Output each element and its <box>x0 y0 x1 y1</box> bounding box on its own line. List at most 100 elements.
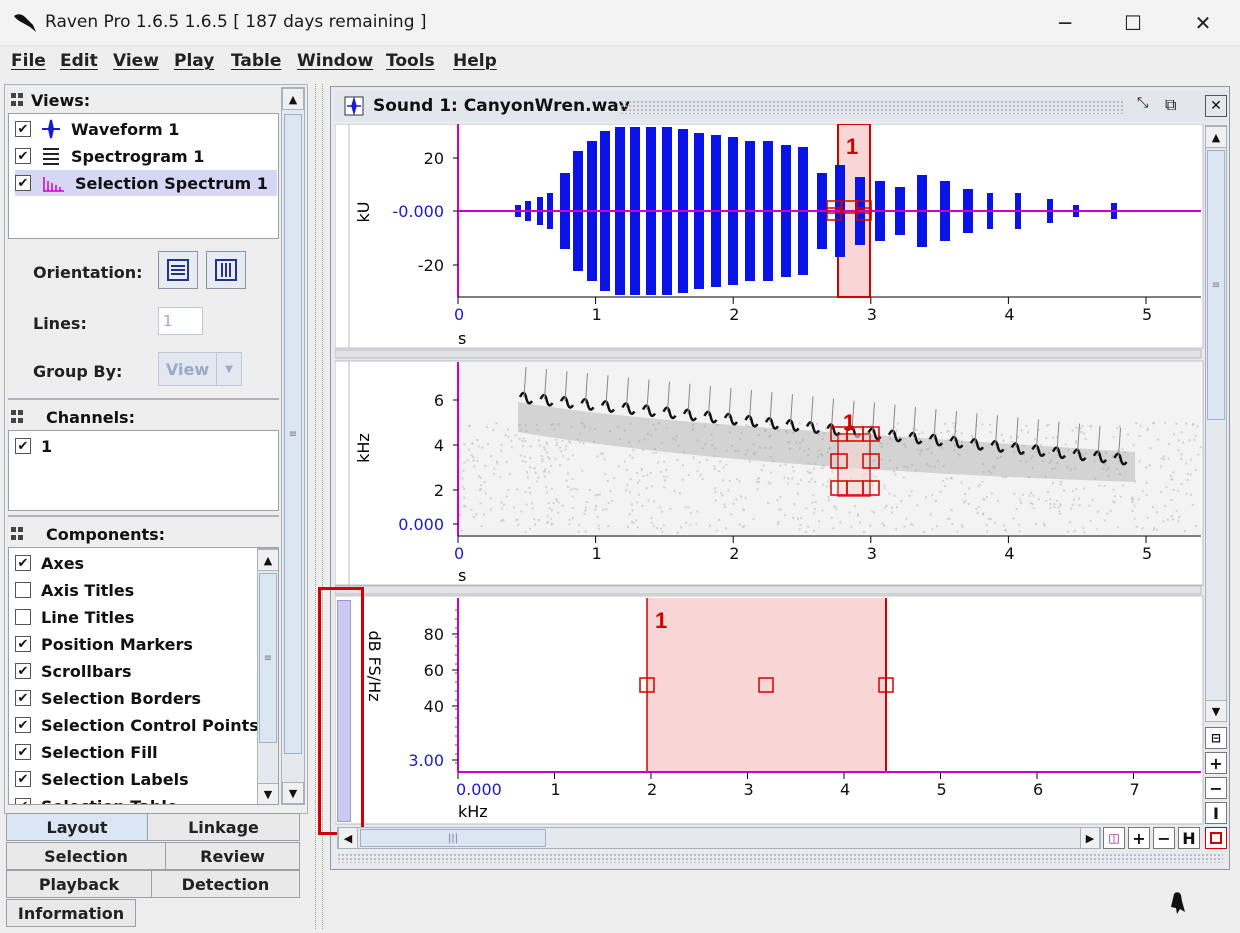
scroll-down-button[interactable]: ▼ <box>257 783 278 804</box>
orientation-vertical-button[interactable] <box>206 251 246 289</box>
close-sound-button[interactable]: ✕ <box>1205 95 1227 117</box>
component-item[interactable]: ✔ Position Markers <box>15 631 193 657</box>
vertical-zoom-out-button[interactable]: − <box>1205 777 1227 799</box>
scroll-up-button[interactable]: ▲ <box>257 549 278 571</box>
pane-handle[interactable] <box>335 360 350 586</box>
scroll-down-button[interactable]: ▼ <box>282 782 304 804</box>
scroll-thumb[interactable]: ≡ <box>284 114 302 754</box>
tab-linkage[interactable]: Linkage <box>147 813 300 841</box>
checkbox[interactable]: ✔ <box>15 636 31 652</box>
tab-detection[interactable]: Detection <box>151 870 300 898</box>
tab-selection[interactable]: Selection <box>6 842 166 870</box>
maximize-button[interactable]: ☐ <box>1098 0 1168 46</box>
x-tick-label: 5 <box>1142 544 1152 563</box>
menu-play[interactable]: Play <box>174 51 214 71</box>
noise-dot <box>1169 474 1172 477</box>
checkbox[interactable] <box>15 609 31 625</box>
scroll-right-button[interactable]: ▶ <box>1080 827 1100 849</box>
zoom-to-selection-button[interactable] <box>1205 827 1227 849</box>
tab-layout[interactable]: Layout <box>6 813 148 841</box>
horizontal-zoom-fit-button[interactable]: H <box>1178 827 1200 849</box>
components-scrollbar[interactable]: ▲ ≡ ▼ <box>257 548 278 804</box>
vertical-scrollbar[interactable]: ▲ ≡ ▼ <box>1205 125 1227 722</box>
scroll-up-button[interactable]: ▲ <box>1205 126 1227 148</box>
noise-dot <box>713 465 716 468</box>
tab-review[interactable]: Review <box>165 842 300 870</box>
menu-tools[interactable]: Tools <box>386 51 435 71</box>
noise-dot <box>690 511 693 514</box>
menu-file[interactable]: File <box>11 51 46 71</box>
pane-separator[interactable] <box>335 585 1202 595</box>
noise-dot <box>827 499 830 502</box>
close-button[interactable]: ✕ <box>1168 0 1238 46</box>
component-item[interactable]: Axis Titles <box>15 577 134 603</box>
component-item[interactable]: ✔ Selection Fill <box>15 739 158 765</box>
menu-view[interactable]: View <box>113 51 159 71</box>
noise-dot <box>740 495 743 498</box>
scroll-up-button[interactable]: ▲ <box>282 88 304 110</box>
maximize-icon[interactable]: ⧉ <box>1165 95 1187 117</box>
lines-input[interactable]: 1 <box>158 307 203 335</box>
component-item[interactable]: ✔ Scrollbars <box>15 658 132 684</box>
horizontal-zoom-toggle-button[interactable]: ◫ <box>1103 827 1125 849</box>
channel-item[interactable]: ✔ 1 <box>15 433 52 459</box>
checkbox[interactable]: ✔ <box>15 438 31 454</box>
noise-dot <box>522 437 525 440</box>
scroll-left-button[interactable]: ◀ <box>338 827 358 849</box>
restore-icon[interactable]: ⤡ <box>1137 95 1159 117</box>
panel-scrollbar[interactable]: ▲ ≡ ▼ <box>281 87 305 805</box>
minimize-button[interactable]: ─ <box>1030 0 1100 46</box>
component-item[interactable]: Line Titles <box>15 604 134 630</box>
checkbox[interactable]: ✔ <box>15 555 31 571</box>
scroll-thumb[interactable]: ≡ <box>259 573 277 743</box>
orientation-horizontal-button[interactable] <box>158 251 198 289</box>
checkbox[interactable]: ✔ <box>15 798 31 804</box>
pane-separator[interactable] <box>335 349 1202 359</box>
checkbox[interactable]: ✔ <box>15 175 31 191</box>
horizontal-scrollbar[interactable]: ◀ ||| ▶ <box>337 827 1101 849</box>
noise-dot <box>508 473 511 476</box>
horizontal-zoom-in-button[interactable]: + <box>1128 827 1150 849</box>
spectrum-pane-handle[interactable] <box>337 600 351 822</box>
checkbox[interactable]: ✔ <box>15 663 31 679</box>
component-item[interactable]: ✔ Selection Table <box>15 793 178 804</box>
checkbox[interactable]: ✔ <box>15 148 31 164</box>
checkbox[interactable]: ✔ <box>15 690 31 706</box>
component-item[interactable]: ✔ Axes <box>15 550 84 576</box>
checkbox[interactable]: ✔ <box>15 717 31 733</box>
vertical-zoom-toggle-button[interactable]: ⊟ <box>1205 727 1227 749</box>
noise-dot <box>1052 482 1055 485</box>
tab-playback[interactable]: Playback <box>6 870 152 898</box>
menu-window[interactable]: Window <box>297 51 373 71</box>
checkbox[interactable]: ✔ <box>15 771 31 787</box>
pane-handle[interactable] <box>335 124 350 349</box>
noise-dot <box>1034 523 1037 526</box>
checkbox[interactable]: ✔ <box>15 121 31 137</box>
menu-table[interactable]: Table <box>231 51 281 71</box>
view-item-selection-spectrum[interactable]: ✔ Selection Spectrum 1 <box>15 170 277 196</box>
checkbox[interactable] <box>15 582 31 598</box>
noise-dot <box>480 525 483 528</box>
noise-dot <box>545 486 548 489</box>
groupby-select[interactable]: View ▼ <box>158 352 242 386</box>
component-item[interactable]: ✔ Selection Borders <box>15 685 201 711</box>
view-item-waveform[interactable]: ✔ Waveform 1 <box>15 116 179 142</box>
view-item-spectrogram[interactable]: ✔ Spectrogram 1 <box>15 143 204 169</box>
noise-dot <box>657 461 660 464</box>
scroll-down-button[interactable]: ▼ <box>1205 700 1227 722</box>
menu-help[interactable]: Help <box>453 51 497 71</box>
noise-dot <box>571 517 574 520</box>
vertical-zoom-fit-button[interactable]: I <box>1205 802 1227 824</box>
noise-dot <box>1058 510 1061 513</box>
component-item[interactable]: ✔ Selection Labels <box>15 766 189 792</box>
scroll-thumb[interactable]: ||| <box>360 829 546 847</box>
checkbox[interactable]: ✔ <box>15 744 31 760</box>
noise-dot <box>1186 478 1189 481</box>
scroll-thumb[interactable]: ≡ <box>1207 150 1225 420</box>
component-item[interactable]: ✔ Selection Control Points <box>15 712 259 738</box>
tab-information[interactable]: Information <box>6 899 136 927</box>
layout-panel: Views: ✔ Waveform 1 ✔ Spectrogram 1 ✔ Se… <box>4 84 308 814</box>
horizontal-zoom-out-button[interactable]: − <box>1153 827 1175 849</box>
vertical-zoom-in-button[interactable]: + <box>1205 752 1227 774</box>
menu-edit[interactable]: Edit <box>60 51 98 71</box>
